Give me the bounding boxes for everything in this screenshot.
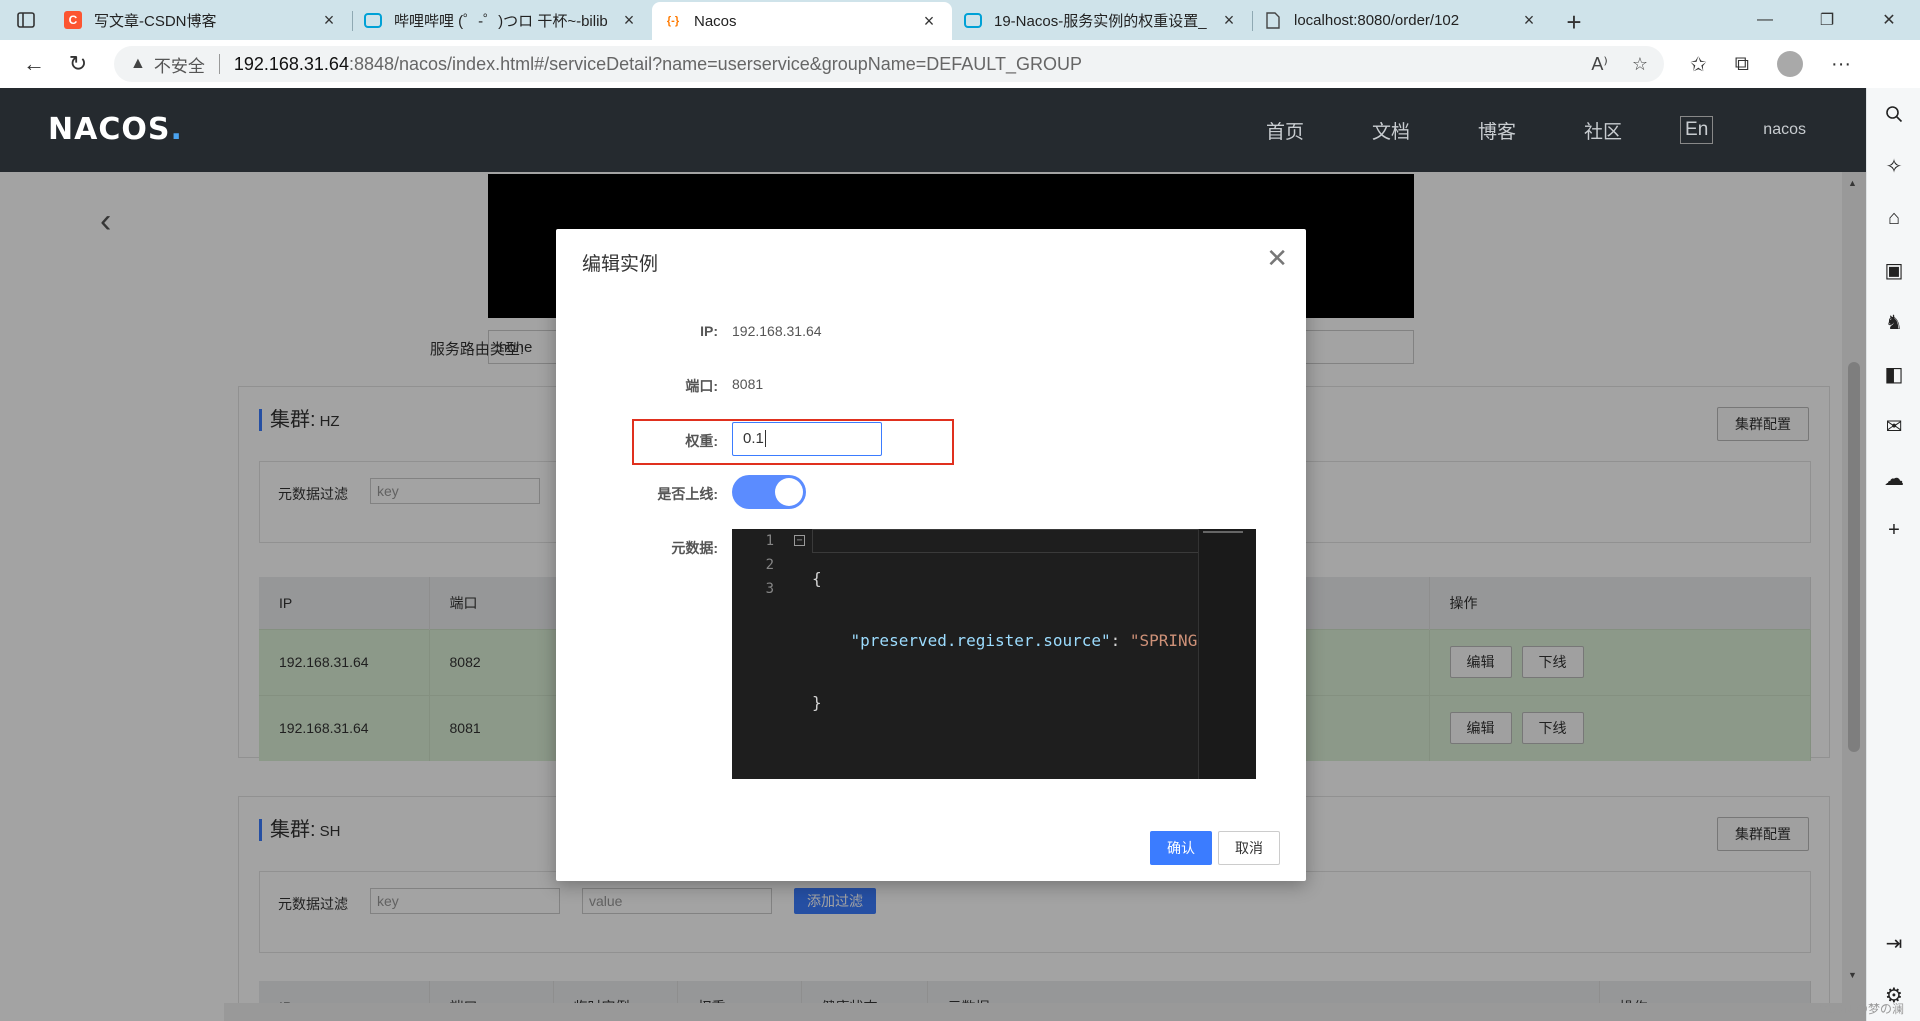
url-path: :8848/nacos/index.html#/serviceDetail?na… bbox=[348, 53, 1082, 74]
insecure-label[interactable]: 不安全 bbox=[154, 52, 205, 77]
collections-icon[interactable]: ⧉ bbox=[1735, 53, 1749, 76]
tab-title: 19-Nacos-服务实例的权重设置_ bbox=[994, 12, 1207, 30]
tab-csdn[interactable]: C 写文章-CSDN博客 × bbox=[52, 2, 352, 38]
ip-label: IP: bbox=[700, 323, 718, 339]
divider bbox=[218, 54, 220, 74]
top-nav: 首页 文档 博客 社区 En nacos bbox=[1198, 88, 1806, 172]
online-label: 是否上线: bbox=[657, 486, 718, 502]
close-icon[interactable]: × bbox=[1518, 10, 1540, 31]
tab-localhost[interactable]: localhost:8080/order/102 × bbox=[1252, 2, 1552, 38]
tab-bilibili[interactable]: 哔哩哔哩 (゜-゜)つロ 干杯~-bilib × bbox=[352, 2, 652, 38]
tag-icon[interactable]: ⌂ bbox=[1867, 192, 1920, 244]
collapse-panel-icon[interactable]: ⇥ bbox=[1867, 917, 1920, 969]
close-icon[interactable]: × bbox=[918, 11, 940, 32]
nav-community[interactable]: 社区 bbox=[1584, 117, 1622, 144]
port-label: 端口: bbox=[685, 378, 718, 394]
cancel-button[interactable]: 取消 bbox=[1218, 831, 1280, 865]
document-favicon-icon bbox=[1264, 11, 1282, 29]
fold-icon[interactable]: − bbox=[794, 535, 805, 546]
search-icon[interactable] bbox=[1867, 88, 1920, 140]
toolbox-icon[interactable]: ▣ bbox=[1867, 244, 1920, 296]
nacos-logo[interactable]: NACOS. bbox=[48, 112, 183, 147]
confirm-button[interactable]: 确认 bbox=[1150, 831, 1212, 865]
new-tab-icon[interactable]: + bbox=[1552, 4, 1596, 40]
bilibili-favicon-icon bbox=[364, 12, 382, 28]
nav-home[interactable]: 首页 bbox=[1266, 117, 1304, 144]
chess-icon[interactable]: ♞ bbox=[1867, 296, 1920, 348]
tab-title: localhost:8080/order/102 bbox=[1294, 11, 1460, 29]
tab-bilibili-2[interactable]: 19-Nacos-服务实例的权重设置_ × bbox=[952, 2, 1252, 38]
browser-tab-bar: C 写文章-CSDN博客 × 哔哩哔哩 (゜-゜)つロ 干杯~-bilib × … bbox=[0, 0, 1920, 40]
code-content: { "preserved.register.source": "SPRING } bbox=[812, 529, 1202, 753]
edit-instance-dialog: 编辑实例 ✕ IP: 192.168.31.64 端口: 8081 权重: 0.… bbox=[556, 229, 1306, 881]
address-bar-row: ← ↻ ▲ 不安全 192.168.31.64 :8848/nacos/inde… bbox=[0, 40, 1920, 88]
weight-value: 0.1 bbox=[743, 430, 764, 447]
toggle-knob bbox=[775, 478, 803, 506]
metadata-code-editor[interactable]: 1 2 3 − { "preserved.register.source": "… bbox=[732, 529, 1256, 779]
url-host: 192.168.31.64 bbox=[233, 53, 349, 74]
window-close-icon[interactable]: ✕ bbox=[1858, 0, 1920, 40]
warning-icon: ▲ bbox=[130, 55, 146, 72]
editor-minimap[interactable] bbox=[1198, 529, 1256, 779]
restore-icon[interactable]: ❐ bbox=[1796, 0, 1858, 40]
bilibili-favicon-icon bbox=[964, 12, 982, 28]
watermark: CSDN @梦の澜 bbox=[1818, 1002, 1904, 1016]
tab-title: 哔哩哔哩 (゜-゜)つロ 干杯~-bilib bbox=[394, 12, 608, 30]
favorites-icon[interactable]: ✩ bbox=[1690, 52, 1707, 77]
outlook-icon[interactable]: ✉ bbox=[1867, 400, 1920, 452]
text-cursor bbox=[764, 430, 766, 447]
window-controls: — ❐ ✕ bbox=[1734, 0, 1920, 40]
logo-dot: . bbox=[170, 112, 183, 147]
nav-docs[interactable]: 文档 bbox=[1372, 117, 1410, 144]
avatar[interactable] bbox=[1777, 51, 1804, 77]
nav-blog[interactable]: 博客 bbox=[1478, 117, 1516, 144]
tab-actions-icon[interactable] bbox=[0, 0, 52, 40]
more-icon[interactable]: ··· bbox=[1831, 53, 1851, 76]
nacos-favicon-icon: {-} bbox=[666, 15, 680, 27]
back-arrow-icon[interactable]: ← bbox=[12, 44, 56, 84]
weight-label: 权重: bbox=[685, 433, 718, 449]
nacos-header: NACOS. 首页 文档 博客 社区 En nacos bbox=[0, 88, 1866, 172]
line-number: 3 bbox=[765, 581, 774, 597]
csdn-favicon-icon: C bbox=[64, 11, 82, 29]
code-line: { bbox=[812, 569, 822, 588]
close-icon[interactable]: × bbox=[318, 10, 340, 31]
refresh-icon[interactable]: ↻ bbox=[56, 44, 100, 84]
cloud-icon[interactable]: ☁ bbox=[1867, 452, 1920, 504]
metadata-label: 元数据: bbox=[671, 540, 718, 556]
close-icon[interactable]: × bbox=[1218, 10, 1240, 31]
line-numbers: 1 2 3 bbox=[732, 529, 780, 779]
tab-title: Nacos bbox=[694, 12, 737, 30]
minimap-bar bbox=[1203, 531, 1243, 533]
sparkle-icon[interactable]: ✧ bbox=[1867, 140, 1920, 192]
add-favorite-icon[interactable]: ☆ bbox=[1632, 54, 1648, 75]
read-aloud-icon[interactable]: A⁾ bbox=[1591, 54, 1607, 75]
ip-value: 192.168.31.64 bbox=[732, 323, 822, 339]
add-icon[interactable]: + bbox=[1867, 504, 1920, 556]
line-number: 2 bbox=[765, 557, 774, 573]
toolbar: ✩ ⧉ ··· bbox=[1690, 51, 1851, 77]
office-icon[interactable]: ◧ bbox=[1867, 348, 1920, 400]
port-value: 8081 bbox=[732, 376, 764, 392]
dialog-title: 编辑实例 bbox=[582, 254, 659, 275]
code-line: "preserved.register.source": "SPRING bbox=[812, 631, 1198, 650]
edge-side-panel: ✧ ⌂ ▣ ♞ ◧ ✉ ☁ + ⇥ ⚙ bbox=[1866, 88, 1920, 1021]
weight-input[interactable]: 0.1 bbox=[732, 422, 882, 456]
close-icon[interactable]: × bbox=[618, 10, 640, 31]
language-switch[interactable]: En bbox=[1680, 116, 1714, 144]
close-icon[interactable]: ✕ bbox=[1266, 243, 1288, 274]
logo-text: NACOS bbox=[48, 112, 171, 147]
minimize-icon[interactable]: — bbox=[1734, 0, 1796, 40]
tab-title: 写文章-CSDN博客 bbox=[94, 12, 217, 30]
url-input[interactable]: ▲ 不安全 192.168.31.64 :8848/nacos/index.ht… bbox=[114, 46, 1664, 82]
line-number: 1 bbox=[765, 533, 774, 549]
url-actions: A⁾ ☆ bbox=[1591, 54, 1648, 75]
user-menu[interactable]: nacos bbox=[1763, 121, 1806, 139]
tab-nacos[interactable]: {-} Nacos × bbox=[652, 2, 952, 40]
code-line: } bbox=[812, 693, 822, 712]
online-toggle[interactable] bbox=[732, 475, 806, 509]
